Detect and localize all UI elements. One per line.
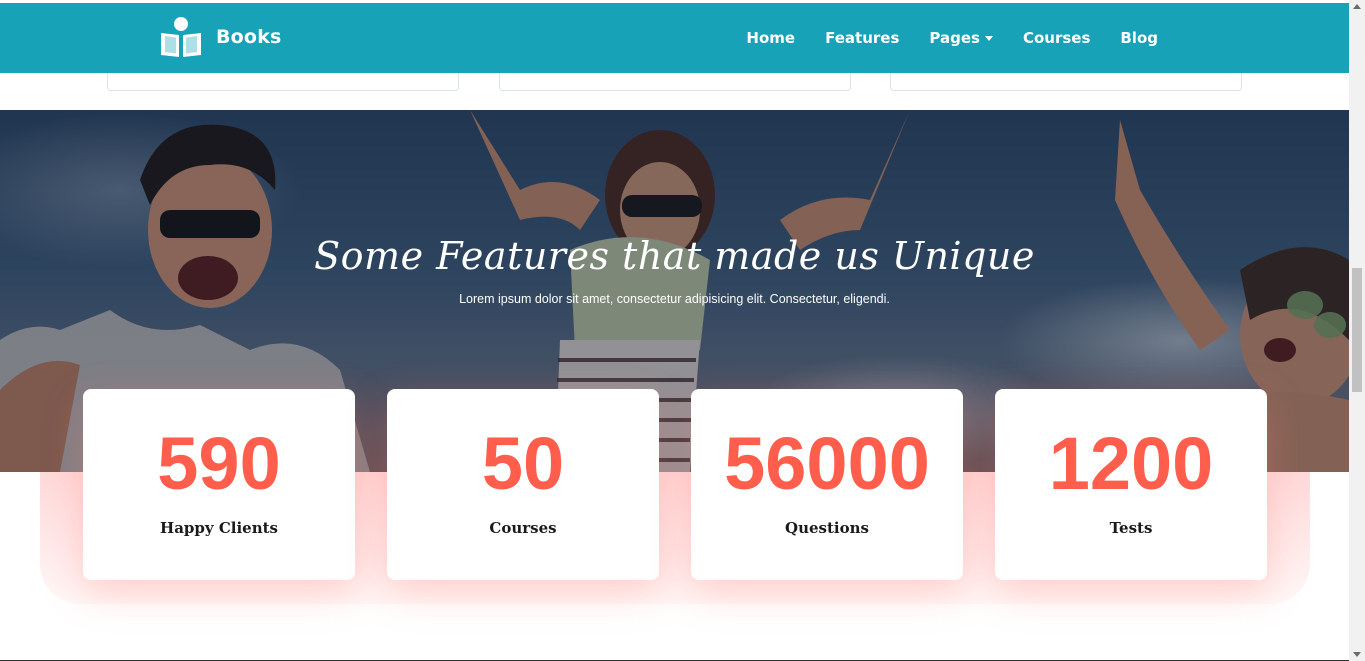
stat-card-tests: 1200 Tests xyxy=(995,389,1267,580)
stat-value: 56000 xyxy=(724,422,930,505)
stat-label: Courses xyxy=(489,519,557,537)
nav-pages-dropdown[interactable]: Pages xyxy=(929,29,993,47)
navbar: Books Home Features Pages Courses Blog xyxy=(0,3,1349,73)
scrollbar-thumb[interactable] xyxy=(1352,268,1362,392)
nav-home[interactable]: Home xyxy=(746,29,795,47)
stat-card-happy-clients: 590 Happy Clients xyxy=(83,389,355,580)
vertical-scrollbar[interactable] xyxy=(1349,0,1365,661)
section-title: Some Features that made us Unique xyxy=(314,234,1035,278)
section-subtitle: Lorem ipsum dolor sit amet, consectetur … xyxy=(459,292,890,306)
stat-label: Happy Clients xyxy=(160,519,278,537)
nav-features[interactable]: Features xyxy=(825,29,899,47)
scroll-down-arrow-icon[interactable] xyxy=(1353,652,1361,657)
brand-name: Books xyxy=(216,26,282,48)
nav-links: Home Features Pages Courses Blog xyxy=(716,3,1158,73)
brand[interactable]: Books xyxy=(160,16,282,58)
reader-book-icon xyxy=(161,17,201,57)
stat-card-questions: 56000 Questions xyxy=(691,389,963,580)
nav-blog[interactable]: Blog xyxy=(1120,29,1158,47)
nav-pages-label: Pages xyxy=(929,29,980,47)
stat-value: 50 xyxy=(481,422,565,505)
stat-label: Tests xyxy=(1109,519,1153,537)
scroll-up-arrow-icon[interactable] xyxy=(1353,4,1361,9)
stat-label: Questions xyxy=(785,519,869,537)
stat-value: 1200 xyxy=(1048,422,1214,505)
stat-value: 590 xyxy=(157,422,281,505)
nav-courses[interactable]: Courses xyxy=(1023,29,1090,47)
stat-card-courses: 50 Courses xyxy=(387,389,659,580)
caret-down-icon xyxy=(984,35,993,41)
